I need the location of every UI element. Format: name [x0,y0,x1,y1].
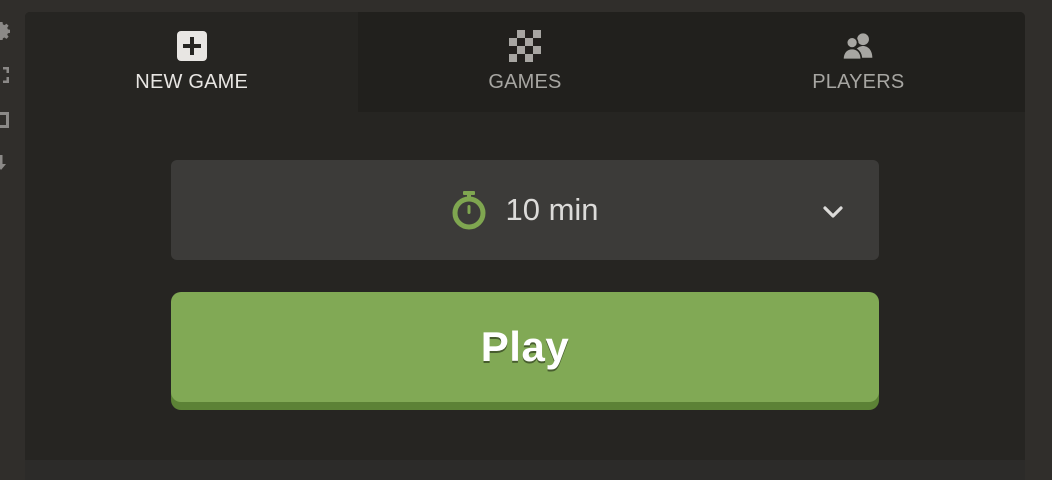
download-icon[interactable] [0,155,10,173]
new-game-panel: NEW GAME GAMES PLAYERS 10 min Play [25,12,1025,460]
chevron-down-icon [823,206,843,218]
time-control-label: 10 min [505,192,599,227]
gear-icon[interactable] [0,22,10,40]
tab-bar: NEW GAME GAMES PLAYERS [25,12,1025,112]
tab-label: GAMES [488,71,562,93]
play-button-label: Play [480,323,570,370]
play-button[interactable]: Play [171,292,879,402]
checkerboard-icon [508,30,541,62]
stopwatch-icon [452,191,486,230]
tab-label: NEW GAME [135,71,249,93]
time-control-dropdown[interactable]: 10 min [171,160,879,260]
players-icon [842,30,874,62]
tab-label: PLAYERS [812,71,905,93]
expand-icon[interactable] [0,66,10,84]
plus-square-icon [176,30,208,62]
panel-footer [25,460,1025,480]
square-icon[interactable] [0,111,10,129]
tab-games[interactable]: GAMES [358,12,691,112]
left-toolbar [0,0,24,480]
tab-new-game[interactable]: NEW GAME [25,12,359,112]
tab-players[interactable]: PLAYERS [692,12,1025,112]
